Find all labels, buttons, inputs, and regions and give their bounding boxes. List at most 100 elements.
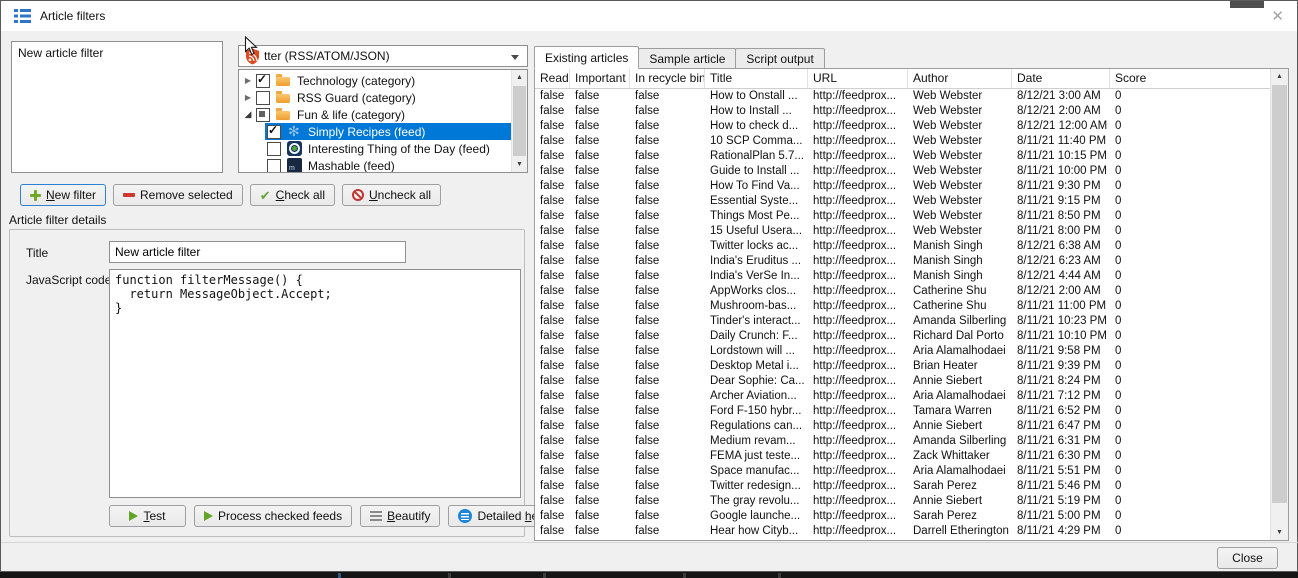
new-filter-button[interactable]: New filter — [20, 184, 106, 206]
cell-score: 0 — [1110, 149, 1271, 164]
article-row[interactable]: false false false Twitter redesign... ht… — [535, 479, 1271, 494]
article-row[interactable]: false false false India's VerSe In... ht… — [535, 269, 1271, 284]
chevron-down-icon[interactable] — [511, 55, 519, 60]
article-row[interactable]: false false false Mushroom-bas... http:/… — [535, 299, 1271, 314]
column-header[interactable]: Title — [705, 69, 808, 88]
column-header[interactable]: Score — [1110, 69, 1271, 88]
cell-read: false — [535, 359, 570, 374]
cell-title: Ford F-150 hybr... — [705, 404, 808, 419]
tree-scrollbar[interactable]: ▲ ▼ — [511, 70, 527, 172]
close-button[interactable]: Close — [1217, 547, 1278, 569]
cell-read: false — [535, 524, 570, 539]
scroll-down-icon[interactable]: ▼ — [512, 157, 527, 172]
article-row[interactable]: false false false RationalPlan 5.7... ht… — [535, 149, 1271, 164]
article-row[interactable]: false false false Desktop Metal i... htt… — [535, 359, 1271, 374]
tree-item-checkbox[interactable] — [267, 159, 281, 173]
column-header[interactable]: URL — [808, 69, 908, 88]
article-row[interactable]: false false false How to Install ... htt… — [535, 104, 1271, 119]
remove-selected-button[interactable]: Remove selected — [113, 184, 243, 206]
tree-item-checkbox[interactable] — [267, 125, 281, 139]
article-row[interactable]: false false false Ford F-150 hybr... htt… — [535, 404, 1271, 419]
cell-recycle-bin: false — [630, 389, 705, 404]
article-row[interactable]: false false false How To Find Va... http… — [535, 179, 1271, 194]
uncheck-all-button[interactable]: Uncheck all — [342, 184, 441, 206]
article-row[interactable]: false false false Things Most Pe... http… — [535, 209, 1271, 224]
column-header[interactable]: In recycle bin — [630, 69, 705, 88]
close-window-icon[interactable]: ✕ — [1271, 7, 1284, 25]
article-row[interactable]: false false false 10 SCP Comma... http:/… — [535, 134, 1271, 149]
tree-item[interactable]: Interesting Thing of the Day (feed) — [239, 140, 512, 157]
cell-important: false — [570, 434, 630, 449]
article-row[interactable]: false false false Google launche... http… — [535, 509, 1271, 524]
article-row[interactable]: false false false Space manufac... http:… — [535, 464, 1271, 479]
process-checked-feeds-button[interactable]: Process checked feeds — [194, 505, 352, 527]
remove-selected-icon — [123, 193, 135, 197]
cell-author: Web Webster — [908, 149, 1012, 164]
tree-item[interactable]: Technology (category) — [239, 72, 512, 89]
cell-recycle-bin: false — [630, 164, 705, 179]
tree-item[interactable]: Simply Recipes (feed) — [239, 123, 512, 140]
interesting-thing-feed-icon — [287, 141, 302, 156]
scrollbar-thumb[interactable] — [513, 86, 526, 156]
title-input[interactable] — [109, 241, 406, 263]
tree-item[interactable]: Mashable (feed) — [239, 157, 512, 173]
article-row[interactable]: false false false Medium revam... http:/… — [535, 434, 1271, 449]
expand-arrow-icon[interactable] — [242, 76, 254, 85]
article-row[interactable]: false false false Essential Syste... htt… — [535, 194, 1271, 209]
article-row[interactable]: false false false Twitter locks ac... ht… — [535, 239, 1271, 254]
article-row[interactable]: false false false How to check d... http… — [535, 119, 1271, 134]
filter-list-item[interactable]: New article filter — [12, 44, 222, 62]
article-row[interactable]: false false false How to Onstall ... htt… — [535, 89, 1271, 104]
scroll-down-icon[interactable]: ▼ — [1271, 525, 1288, 540]
article-row[interactable]: false false false FEMA just teste... htt… — [535, 449, 1271, 464]
cell-read: false — [535, 329, 570, 344]
article-row[interactable]: false false false Dear Sophie: Ca... htt… — [535, 374, 1271, 389]
check-all-button[interactable]: ✔ Check all — [250, 184, 335, 206]
tree-item-checkbox[interactable] — [267, 142, 281, 156]
feeds-tree[interactable]: ▲ ▼ Technology (category) RSS Guard (cat… — [238, 69, 528, 173]
article-row[interactable]: false false false 15 Useful Usera... htt… — [535, 224, 1271, 239]
tree-item[interactable]: RSS Guard (category) — [239, 89, 512, 106]
table-scrollbar[interactable]: ▲ ▼ — [1270, 69, 1288, 540]
article-row[interactable]: false false false Regulations can... htt… — [535, 419, 1271, 434]
mouse-cursor — [244, 36, 258, 56]
tab[interactable]: Sample article — [638, 48, 736, 69]
cell-important: false — [570, 329, 630, 344]
article-row[interactable]: false false false AppWorks clos... http:… — [535, 284, 1271, 299]
tree-item-checkbox[interactable] — [256, 108, 270, 122]
cell-read: false — [535, 374, 570, 389]
scrollbar-thumb[interactable] — [1272, 85, 1287, 503]
article-row[interactable]: false false false India's Eruditus ... h… — [535, 254, 1271, 269]
article-row[interactable]: false false false Hear how Cityb... http… — [535, 524, 1271, 539]
cell-important: false — [570, 374, 630, 389]
scroll-up-icon[interactable]: ▲ — [1271, 69, 1288, 84]
tree-item-checkbox[interactable] — [256, 91, 270, 105]
cell-url: http://feedprox... — [808, 104, 908, 119]
tree-item[interactable]: Fun & life (category) — [239, 106, 512, 123]
account-combobox[interactable]: tter (RSS/ATOM/JSON) — [238, 45, 528, 67]
article-row[interactable]: false false false The gray revolu... htt… — [535, 494, 1271, 509]
article-row[interactable]: false false false Daily Crunch: F... htt… — [535, 329, 1271, 344]
column-header[interactable]: Important — [570, 69, 630, 88]
article-row[interactable]: false false false Archer Aviation... htt… — [535, 389, 1271, 404]
tree-item-checkbox[interactable] — [256, 74, 270, 88]
expand-arrow-icon[interactable] — [242, 93, 254, 102]
test-button[interactable]: Test — [109, 505, 186, 527]
filter-list[interactable]: New article filter — [11, 41, 223, 173]
scroll-up-icon[interactable]: ▲ — [512, 70, 527, 85]
tab[interactable]: Script output — [735, 48, 824, 69]
cell-url: http://feedprox... — [808, 419, 908, 434]
column-header[interactable]: Read — [535, 69, 570, 88]
article-row[interactable]: false false false Tinder's interact... h… — [535, 314, 1271, 329]
articles-tabbar: Existing articles Sample article Script … — [534, 46, 824, 69]
tab[interactable]: Existing articles — [534, 46, 639, 69]
column-header[interactable]: Author — [908, 69, 1012, 88]
expand-arrow-icon[interactable] — [242, 109, 254, 120]
cell-author: Catherine Shu — [908, 284, 1012, 299]
beautify-button[interactable]: Beautify — [360, 505, 440, 527]
beautify-icon — [370, 511, 382, 521]
article-row[interactable]: false false false Lordstown will ... htt… — [535, 344, 1271, 359]
column-header[interactable]: Date — [1012, 69, 1110, 88]
javascript-code-editor[interactable]: function filterMessage() { return Messag… — [109, 269, 521, 498]
article-row[interactable]: false false false Guide to Install ... h… — [535, 164, 1271, 179]
